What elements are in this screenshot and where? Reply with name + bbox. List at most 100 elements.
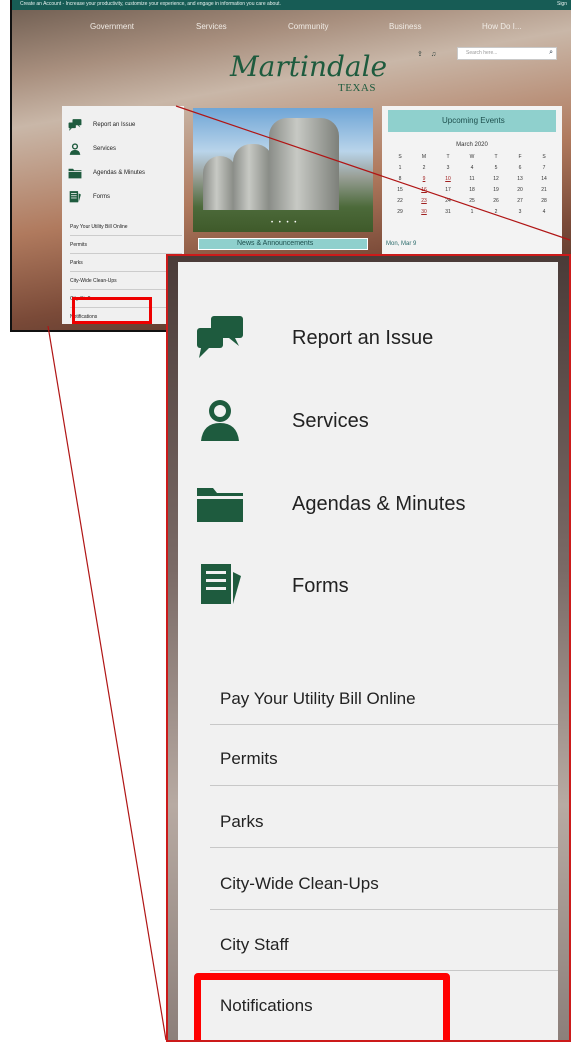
calendar-day[interactable]: 2	[484, 209, 508, 215]
account-banner: Create an Account - Increase your produc…	[12, 0, 571, 10]
silo	[233, 144, 273, 210]
first-event-date: Mon, Mar 9	[386, 241, 417, 247]
calendar-day[interactable]: 20	[508, 187, 532, 193]
divider	[70, 235, 182, 236]
calendar-day[interactable]: 16	[412, 187, 436, 193]
calendar-day[interactable]: 1	[460, 209, 484, 215]
sidebar-link-cleanups[interactable]: City-Wide Clean-Ups	[70, 278, 180, 284]
calendar-day[interactable]: 29	[388, 209, 412, 215]
main-nav: Government Services Community Business H…	[12, 22, 571, 38]
calendar-day[interactable]: 23	[412, 198, 436, 204]
divider	[210, 785, 558, 786]
zoom-item-report-issue[interactable]: Report an Issue	[195, 314, 555, 366]
nav-services[interactable]: Services	[196, 22, 227, 31]
hero-slider-image[interactable]: • • • •	[193, 108, 373, 232]
calendar-day[interactable]: 6	[508, 165, 532, 171]
zoom-item-agendas[interactable]: Agendas & Minutes	[195, 480, 555, 532]
sign-in-link[interactable]: Sign	[557, 1, 567, 7]
calendar-day[interactable]: 28	[532, 198, 556, 204]
sidebar-item-label: Report an Issue	[93, 122, 136, 128]
zoom-link-city-staff[interactable]: City Staff	[220, 935, 289, 955]
chat-bubbles-icon	[197, 316, 243, 358]
zoom-item-services[interactable]: Services	[195, 397, 555, 449]
calendar-day[interactable]: 1	[388, 165, 412, 171]
account-banner-text[interactable]: Create an Account - Increase your produc…	[20, 1, 281, 7]
calendar-day[interactable]: 10	[436, 176, 460, 182]
calendar-day[interactable]: 25	[460, 198, 484, 204]
share-icon[interactable]: ⇪	[417, 51, 423, 58]
events-heading[interactable]: Upcoming Events	[442, 116, 505, 125]
calendar-day[interactable]: 9	[412, 176, 436, 182]
calendar-day[interactable]: 17	[436, 187, 460, 193]
highlight-box-small	[72, 297, 152, 324]
news-heading: News & Announcements	[237, 240, 314, 247]
zoom-link-utility[interactable]: Pay Your Utility Bill Online	[220, 689, 416, 709]
sidebar-link-parks[interactable]: Parks	[70, 260, 180, 266]
nav-community[interactable]: Community	[288, 22, 328, 31]
nav-how-do-i[interactable]: How Do I...	[482, 22, 522, 31]
calendar-day[interactable]: 8	[388, 176, 412, 182]
calendar-weekday: M	[421, 154, 427, 160]
zoomed-sidebar-view: Report an Issue Services Agendas & Minut…	[166, 254, 571, 1042]
folder-icon	[197, 488, 243, 522]
document-icon	[201, 564, 241, 604]
zoom-link-permits[interactable]: Permits	[220, 749, 278, 769]
calendar-day[interactable]: 30	[412, 209, 436, 215]
search-box[interactable]: Search here... ⌕	[457, 47, 557, 60]
zoom-link-parks[interactable]: Parks	[220, 812, 263, 832]
calendar-day[interactable]: 26	[484, 198, 508, 204]
news-heading-bar: News & Announcements	[198, 238, 368, 250]
calendar-day[interactable]: 3	[436, 165, 460, 171]
events-heading-bar: Upcoming Events	[388, 110, 556, 132]
zoom-item-label: Forms	[292, 575, 349, 597]
zoomed-quick-links: Report an Issue Services Agendas & Minut…	[178, 262, 558, 1040]
sidebar-link-permits[interactable]: Permits	[70, 242, 180, 248]
translate-icon[interactable]: ♫	[431, 51, 436, 58]
calendar-day[interactable]: 24	[436, 198, 460, 204]
calendar-day[interactable]: 21	[532, 187, 556, 193]
calendar-day[interactable]: 22	[388, 198, 412, 204]
calendar-day[interactable]: 27	[508, 198, 532, 204]
calendar-day[interactable]: 19	[484, 187, 508, 193]
person-icon	[201, 400, 239, 441]
zoom-item-label: Report an Issue	[292, 327, 434, 349]
divider	[210, 970, 558, 971]
person-icon	[69, 143, 81, 155]
calendar-weekday: T	[494, 154, 498, 160]
sidebar-item-agendas[interactable]: Agendas & Minutes	[68, 166, 183, 184]
calendar-weekday: F	[518, 154, 522, 160]
sidebar-item-report-issue[interactable]: Report an Issue	[68, 118, 183, 136]
divider	[210, 724, 558, 725]
search-input[interactable]: Search here...	[466, 50, 497, 56]
highlight-box-notifications	[194, 973, 450, 1040]
sidebar-link-utility[interactable]: Pay Your Utility Bill Online	[70, 224, 180, 230]
nav-business[interactable]: Business	[389, 22, 421, 31]
sidebar-item-services[interactable]: Services	[68, 142, 183, 160]
share-icons: ⇪ ♫	[417, 50, 436, 58]
sidebar-item-label: Services	[93, 146, 117, 152]
zoom-item-label: Services	[292, 410, 369, 432]
nav-government[interactable]: Government	[90, 22, 134, 31]
slider-dots[interactable]: • • • •	[271, 220, 298, 226]
calendar-day[interactable]: 18	[460, 187, 484, 193]
calendar-weekday: S	[542, 154, 546, 160]
calendar-day[interactable]: 12	[484, 176, 508, 182]
zoom-link-cleanups[interactable]: City-Wide Clean-Ups	[220, 874, 379, 894]
calendar-day[interactable]: 3	[508, 209, 532, 215]
calendar-day[interactable]: 5	[484, 165, 508, 171]
calendar-day[interactable]: 31	[436, 209, 460, 215]
calendar-day[interactable]: 11	[460, 176, 484, 182]
calendar-day[interactable]: 4	[460, 165, 484, 171]
calendar-day[interactable]: 14	[532, 176, 556, 182]
folder-icon	[68, 168, 82, 179]
site-logo-name[interactable]: Martindale	[230, 50, 387, 83]
sidebar-item-forms[interactable]: Forms	[68, 190, 183, 208]
zoom-item-forms[interactable]: Forms	[195, 562, 555, 614]
calendar-day[interactable]: 4	[532, 209, 556, 215]
calendar-day[interactable]: 15	[388, 187, 412, 193]
calendar-day[interactable]: 2	[412, 165, 436, 171]
search-icon[interactable]: ⌕	[549, 49, 553, 57]
calendar-day[interactable]: 13	[508, 176, 532, 182]
calendar-day[interactable]: 7	[532, 165, 556, 171]
calendar-weekday: T	[446, 154, 450, 160]
